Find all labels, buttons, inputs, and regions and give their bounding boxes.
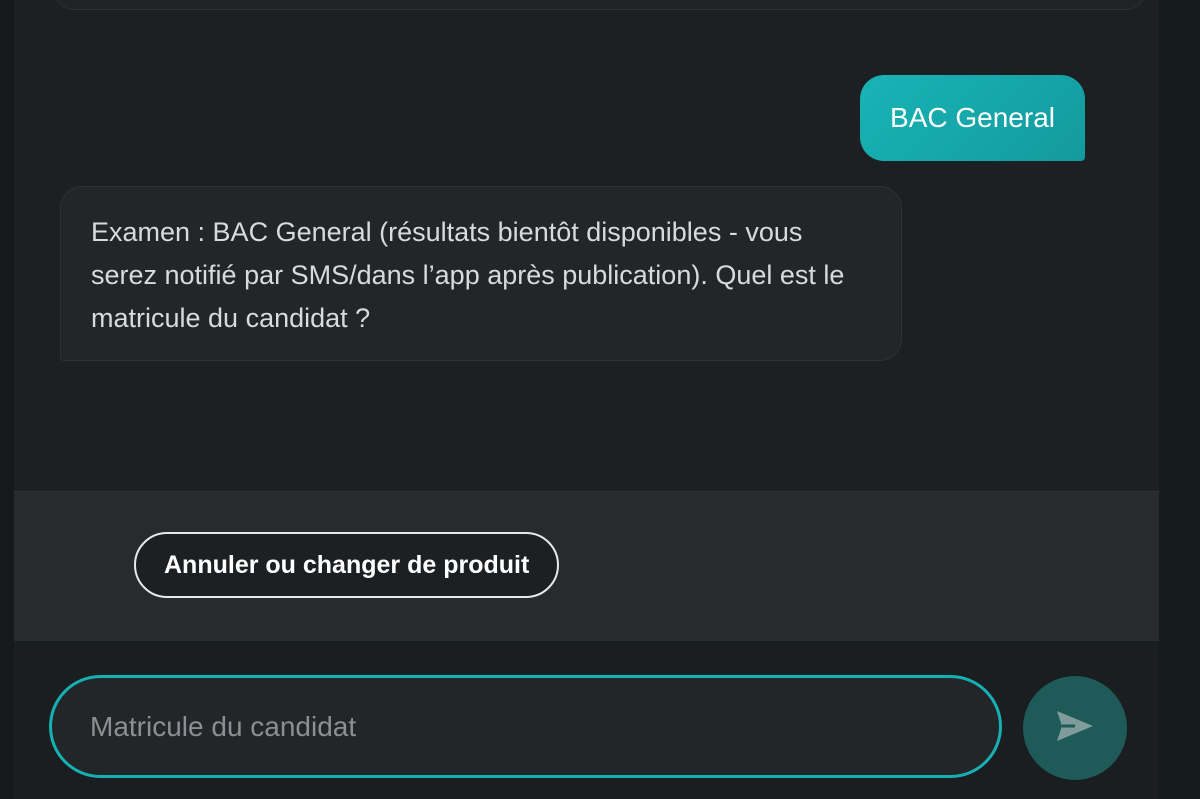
cancel-change-product-label: Annuler ou changer de produit: [164, 550, 530, 579]
chat-screen: BAC General Examen : BAC General (résult…: [0, 0, 1200, 799]
message-list: BAC General Examen : BAC General (résult…: [14, 0, 1159, 491]
previous-message: [54, 0, 1146, 10]
candidate-id-input[interactable]: [49, 675, 1002, 778]
right-edge: [1159, 0, 1200, 799]
composer-bar: [14, 640, 1159, 799]
send-button[interactable]: [1023, 676, 1127, 780]
user-message: BAC General: [860, 75, 1085, 161]
cancel-change-product-button[interactable]: Annuler ou changer de produit: [134, 532, 560, 598]
send-icon: [1055, 709, 1095, 748]
quick-actions-bar: Annuler ou changer de produit: [14, 491, 1159, 640]
bot-message-text: Examen : BAC General (résultats bientôt …: [91, 217, 845, 333]
bot-message: Examen : BAC General (résultats bientôt …: [60, 186, 902, 361]
user-message-text: BAC General: [890, 102, 1055, 133]
